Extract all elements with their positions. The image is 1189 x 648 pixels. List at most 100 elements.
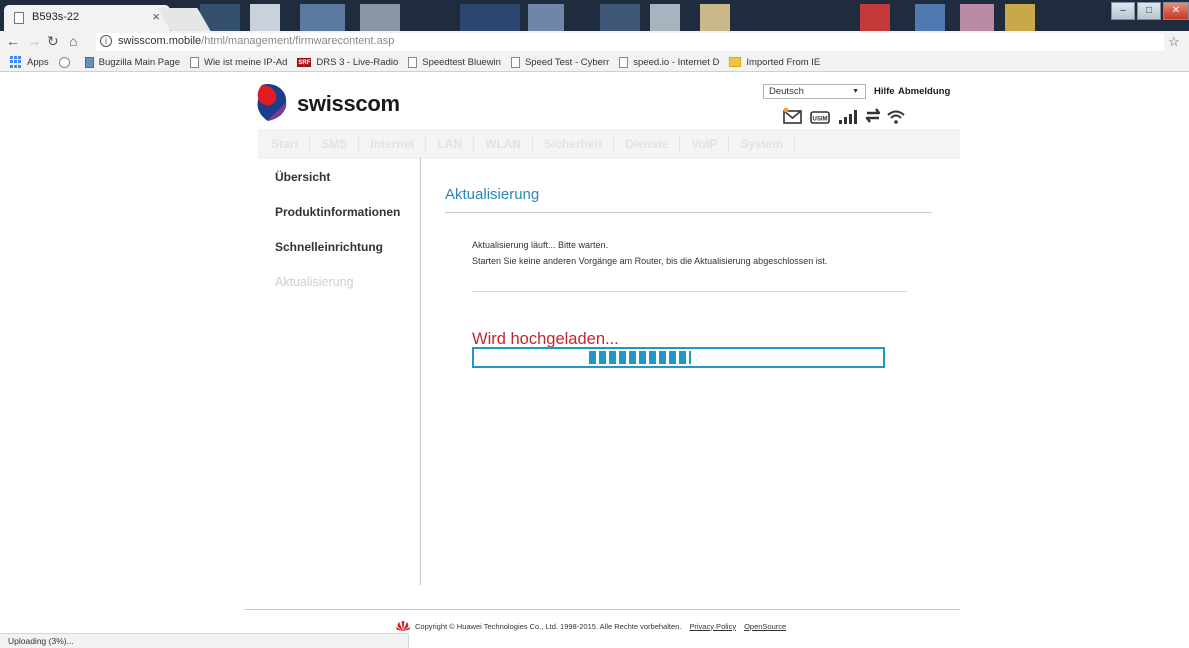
nav-internet[interactable]: Internet bbox=[370, 137, 414, 151]
svg-text:USIM: USIM bbox=[813, 117, 828, 123]
bugzilla-icon bbox=[84, 56, 94, 68]
srf-icon: SRF bbox=[297, 57, 312, 67]
main-navigation: Start SMS Internet LAN WLAN Sicherheit D… bbox=[258, 129, 960, 159]
nav-separator bbox=[358, 137, 360, 151]
bookmark-bugzilla[interactable]: Bugzilla Main Page bbox=[84, 56, 180, 68]
background-tile bbox=[960, 4, 994, 31]
info-icon[interactable]: i bbox=[100, 35, 112, 47]
language-value: Deutsch bbox=[769, 86, 804, 97]
nav-separator bbox=[532, 137, 534, 151]
background-tile bbox=[860, 4, 890, 31]
sidebar-divider bbox=[420, 157, 421, 585]
bookmark-label: Wie ist meine IP-Ad bbox=[203, 56, 288, 68]
nav-wlan[interactable]: WLAN bbox=[485, 137, 521, 151]
browser-tab-active[interactable]: B593s-22 × bbox=[4, 5, 170, 31]
huawei-logo-icon bbox=[396, 621, 410, 631]
signal-strength-icon bbox=[839, 110, 857, 124]
address-bar: ← → ↻ ⌂ i swisscom.mobile/html/managemen… bbox=[0, 31, 1189, 53]
url-field[interactable]: i swisscom.mobile/html/management/firmwa… bbox=[96, 33, 1164, 51]
status-message-line1: Aktualisierung läuft... Bitte warten. bbox=[472, 240, 609, 250]
bookmark-apps[interactable]: Apps bbox=[10, 56, 49, 68]
nav-separator bbox=[473, 137, 475, 151]
privacy-policy-link[interactable]: Privacy Policy bbox=[689, 622, 736, 631]
folder-icon bbox=[729, 57, 742, 67]
bookmark-speedtest-cyber[interactable]: Speed Test - Cyberr bbox=[510, 56, 610, 68]
bookmark-drs3[interactable]: SRF DRS 3 - Live-Radio bbox=[297, 57, 398, 68]
minimize-button[interactable]: – bbox=[1111, 2, 1135, 20]
background-tile bbox=[360, 4, 400, 31]
background-tile bbox=[460, 4, 520, 31]
bookmark-history[interactable] bbox=[58, 56, 75, 68]
bookmark-label: Imported From IE bbox=[746, 56, 821, 68]
back-arrow-icon[interactable]: ← bbox=[6, 33, 20, 49]
mail-icon bbox=[783, 107, 802, 124]
browser-status-bar: Uploading (3%)... bbox=[0, 633, 409, 648]
sidebar-item-schnelleinrichtung[interactable]: Schnelleinrichtung bbox=[275, 240, 383, 254]
maximize-button[interactable]: □ bbox=[1137, 2, 1161, 20]
nav-dienste[interactable]: Dienste bbox=[625, 137, 668, 151]
url-host: swisscom.mobile bbox=[118, 35, 202, 47]
sidebar-item-uebersicht[interactable]: Übersicht bbox=[275, 170, 330, 184]
help-link[interactable]: Hilfe bbox=[874, 86, 895, 97]
nav-separator bbox=[613, 137, 615, 151]
footer-divider bbox=[244, 609, 960, 610]
background-tile bbox=[300, 4, 345, 31]
home-icon[interactable]: ⌂ bbox=[69, 33, 77, 49]
nav-separator bbox=[679, 137, 681, 151]
history-clock-icon bbox=[58, 56, 70, 68]
nav-sicherheit[interactable]: Sicherheit bbox=[544, 137, 602, 151]
bookmark-speedio[interactable]: speed.io - Internet D bbox=[619, 56, 720, 68]
nav-lan[interactable]: LAN bbox=[437, 137, 462, 151]
sidebar-item-aktualisierung[interactable]: Aktualisierung bbox=[275, 275, 354, 289]
window-close-button[interactable]: ✕ bbox=[1163, 2, 1189, 20]
window-controls: – □ ✕ bbox=[1109, 2, 1189, 22]
data-transfer-icon bbox=[865, 108, 881, 123]
url-path: /html/management/firmwarecontent.asp bbox=[201, 35, 395, 47]
background-tile bbox=[650, 4, 680, 31]
bookmark-label: speed.io - Internet D bbox=[633, 56, 720, 68]
background-tile bbox=[1005, 4, 1035, 31]
bookmark-label: Bugzilla Main Page bbox=[98, 56, 180, 68]
bookmark-label: Apps bbox=[27, 56, 49, 68]
nav-start[interactable]: Start bbox=[271, 137, 298, 151]
dropdown-arrow-icon: ▼ bbox=[852, 88, 859, 95]
brand-name: swisscom bbox=[297, 91, 400, 116]
page-icon bbox=[619, 56, 629, 68]
tab-title: B593s-22 bbox=[32, 11, 80, 23]
bookmark-speedtest-bluewin[interactable]: Speedtest Bluewin bbox=[408, 56, 501, 68]
page-icon bbox=[510, 56, 520, 68]
apps-grid-icon bbox=[10, 56, 22, 68]
bookmarks-bar: Apps Bugzilla Main Page Wie ist meine IP… bbox=[0, 53, 1189, 72]
bookmark-ip[interactable]: Wie ist meine IP-Ad bbox=[189, 56, 288, 68]
nav-system[interactable]: System bbox=[740, 137, 783, 151]
nav-separator bbox=[728, 137, 730, 151]
forward-arrow-icon[interactable]: → bbox=[27, 33, 41, 49]
upload-progress-fill bbox=[589, 351, 691, 364]
bookmark-label: DRS 3 - Live-Radio bbox=[316, 56, 399, 68]
reload-icon[interactable]: ↻ bbox=[47, 33, 59, 50]
nav-separator bbox=[309, 137, 311, 151]
bookmark-imported-folder[interactable]: Imported From IE bbox=[729, 57, 820, 68]
url-text: swisscom.mobile/html/management/firmware… bbox=[118, 35, 394, 47]
title-divider bbox=[445, 212, 932, 213]
footer: Copyright © Huawei Technologies Co., Ltd… bbox=[396, 620, 786, 632]
swisscom-logo-icon bbox=[257, 84, 287, 121]
browser-tab-strip: B593s-22 × – □ ✕ bbox=[0, 0, 1189, 31]
page-icon bbox=[408, 56, 418, 68]
opensource-link[interactable]: OpenSource bbox=[744, 622, 786, 631]
background-tile bbox=[700, 4, 730, 31]
background-tile bbox=[528, 4, 564, 31]
logout-link[interactable]: Abmeldung bbox=[898, 86, 950, 97]
language-select[interactable]: Deutsch ▼ bbox=[763, 84, 866, 99]
nav-voip[interactable]: VoIP bbox=[691, 137, 717, 151]
wifi-icon bbox=[887, 110, 905, 124]
nav-separator bbox=[793, 137, 795, 151]
page-icon bbox=[189, 56, 199, 68]
status-message-line2: Starten Sie keine anderen Vorgänge am Ro… bbox=[472, 256, 828, 266]
nav-sms[interactable]: SMS bbox=[321, 137, 347, 151]
page-title: Aktualisierung bbox=[445, 186, 540, 203]
bookmark-label: Speed Test - Cyberr bbox=[524, 56, 610, 68]
bookmark-star-icon[interactable]: ☆ bbox=[1168, 34, 1180, 50]
background-tile bbox=[600, 4, 640, 31]
sidebar-item-produktinformationen[interactable]: Produktinformationen bbox=[275, 205, 400, 219]
